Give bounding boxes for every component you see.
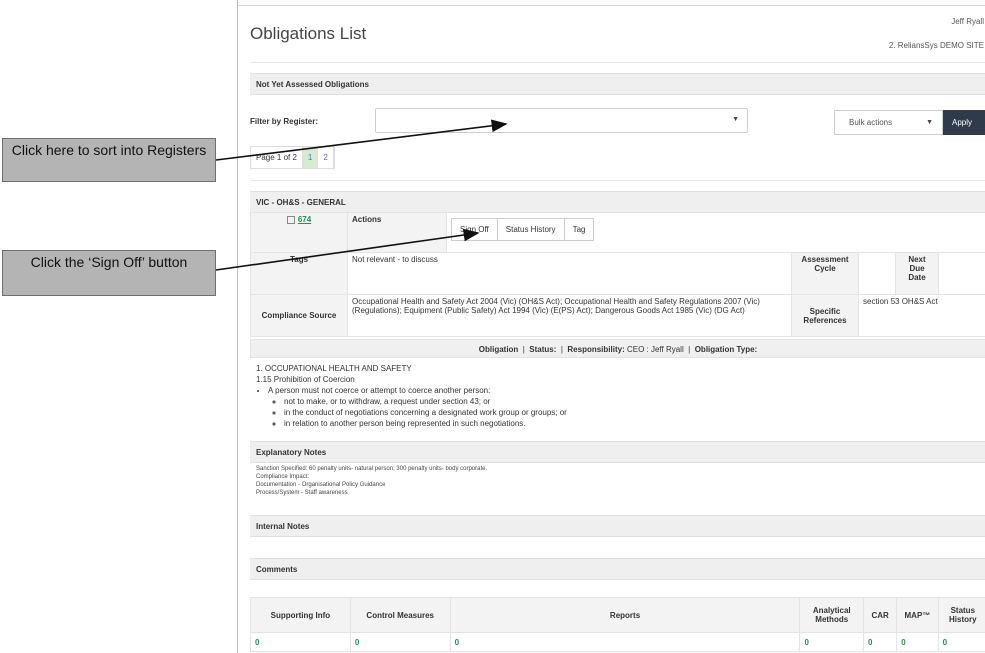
- pagination: Page 1 of 2 1 2: [250, 146, 335, 169]
- assessment-cycle-label: Assessment Cycle: [791, 252, 859, 295]
- reports-count[interactable]: 0: [449, 632, 801, 652]
- next-due-label: Next Due Date: [895, 252, 939, 295]
- tag-button[interactable]: Tag: [563, 218, 595, 241]
- top-divider: [238, 5, 985, 6]
- callout-sort-registers: Click here to sort into Registers: [2, 138, 216, 182]
- note-line: Documentation - Organisational Policy Gu…: [256, 482, 386, 488]
- status-history-button[interactable]: Status History: [496, 218, 565, 241]
- action-tabs: Sign Off Status History Tag: [451, 218, 983, 241]
- apply-button[interactable]: Apply: [943, 110, 985, 135]
- compliance-source-value: Occupational Health and Safety Act 2004 …: [347, 294, 792, 337]
- note-line: Compliance Impact:: [256, 474, 310, 480]
- bulk-actions-label: Bulk actions: [849, 118, 893, 127]
- control-measures-count[interactable]: 0: [349, 632, 451, 652]
- chevron-down-icon: ▼: [732, 116, 739, 123]
- supporting-info-header: Supporting Info: [250, 597, 351, 633]
- filter-label: Filter by Register:: [250, 117, 319, 126]
- supporting-info-count[interactable]: 0: [250, 632, 351, 652]
- comments-header: Comments: [250, 558, 985, 580]
- specific-references-value: section 53 OH&S Act: [858, 294, 985, 337]
- callout-sign-off: Click the ‘Sign Off’ button: [2, 250, 216, 296]
- site-name[interactable]: 2. ReliansSys DEMO SITE: [889, 41, 984, 50]
- record-select-cell: 674: [250, 212, 348, 253]
- obligation-list: A person must not coerce or attempt to c…: [256, 385, 567, 429]
- obligation-type-label: Obligation Type:: [694, 345, 758, 354]
- bulk-actions-select[interactable]: Bulk actions ▼: [834, 110, 943, 135]
- page-title: Obligations List: [250, 24, 367, 43]
- page-info: Page 1 of 2: [251, 147, 303, 168]
- obligation-bullet: A person must not coerce or attempt to c…: [268, 385, 567, 429]
- responsibility-label: Responsibility:: [567, 345, 625, 354]
- app-frame: Obligations List Jeff Ryall 2. ReliansSy…: [237, 0, 985, 653]
- page-1-button[interactable]: 1: [302, 147, 319, 168]
- status-history-count[interactable]: 0: [937, 632, 985, 652]
- obligation-bullet-text: A person must not coerce or attempt to c…: [268, 386, 491, 395]
- responsibility-value: CEO : Jeff Ryall: [626, 345, 684, 354]
- actions-label: Actions: [347, 212, 447, 253]
- group-header: VIC - OH&S - GENERAL: [250, 191, 985, 213]
- analytical-methods-count[interactable]: 0: [799, 632, 864, 652]
- obligation-detail-table: 674 Actions Sign Off Status History Tag …: [250, 212, 985, 337]
- assessment-cycle-value: [858, 252, 896, 295]
- user-name[interactable]: Jeff Ryall: [951, 17, 984, 26]
- page-2-button[interactable]: 2: [318, 147, 334, 168]
- car-header: CAR: [862, 597, 898, 633]
- obligation-subheading: 1.15 Prohibition of Coercion: [256, 375, 355, 384]
- obligation-subitem: in relation to another person being repr…: [284, 418, 567, 429]
- explanatory-notes-text: Sanction Specified: 60 penalty units- na…: [256, 465, 487, 497]
- note-line: Process/System - Staff awareness: [256, 490, 348, 496]
- map-header: MAP™: [896, 597, 939, 633]
- record-id-link[interactable]: 674: [298, 215, 311, 224]
- map-count[interactable]: 0: [896, 632, 939, 652]
- chevron-down-icon: ▼: [926, 119, 933, 126]
- analytical-methods-header: Analytical Methods: [799, 597, 864, 633]
- reports-header: Reports: [449, 597, 801, 633]
- obligation-label: Obligation: [478, 345, 519, 354]
- explanatory-notes-header: Explanatory Notes: [250, 441, 985, 463]
- specific-references-label: Specific References: [791, 294, 859, 337]
- status-history-header: Status History: [937, 597, 985, 633]
- control-measures-header: Control Measures: [349, 597, 451, 633]
- section-header: Not Yet Assessed Obligations: [250, 73, 985, 95]
- status-label: Status:: [529, 345, 557, 354]
- obligation-text: 1. OCCUPATIONAL HEALTH AND SAFETY 1.15 P…: [256, 363, 567, 429]
- record-checkbox[interactable]: [286, 215, 295, 224]
- tags-label: Tags: [250, 252, 348, 295]
- obligation-subitem: in the conduct of negotiations concernin…: [284, 407, 567, 418]
- obligation-sublist: not to make, or to withdraw, a request u…: [268, 396, 567, 429]
- actions-cell: Sign Off Status History Tag: [446, 212, 985, 253]
- compliance-source-label: Compliance Source: [250, 294, 348, 337]
- tags-value: Not relevant - to discuss: [347, 252, 792, 295]
- divider: [250, 62, 985, 63]
- next-due-value: [938, 252, 985, 295]
- obligation-bar: Obligation | Status: | Responsibility: C…: [250, 339, 985, 358]
- obligation-heading: 1. OCCUPATIONAL HEALTH AND SAFETY: [256, 364, 412, 373]
- sign-off-button[interactable]: Sign Off: [451, 218, 498, 241]
- obligation-subitem: not to make, or to withdraw, a request u…: [284, 396, 567, 407]
- car-count[interactable]: 0: [862, 632, 898, 652]
- related-items-table: Supporting Info Control Measures Reports…: [250, 597, 985, 652]
- register-filter-select[interactable]: ▼: [375, 108, 748, 133]
- note-line: Sanction Specified: 60 penalty units- na…: [256, 466, 488, 472]
- divider: [250, 180, 985, 181]
- internal-notes-header: Internal Notes: [250, 515, 985, 537]
